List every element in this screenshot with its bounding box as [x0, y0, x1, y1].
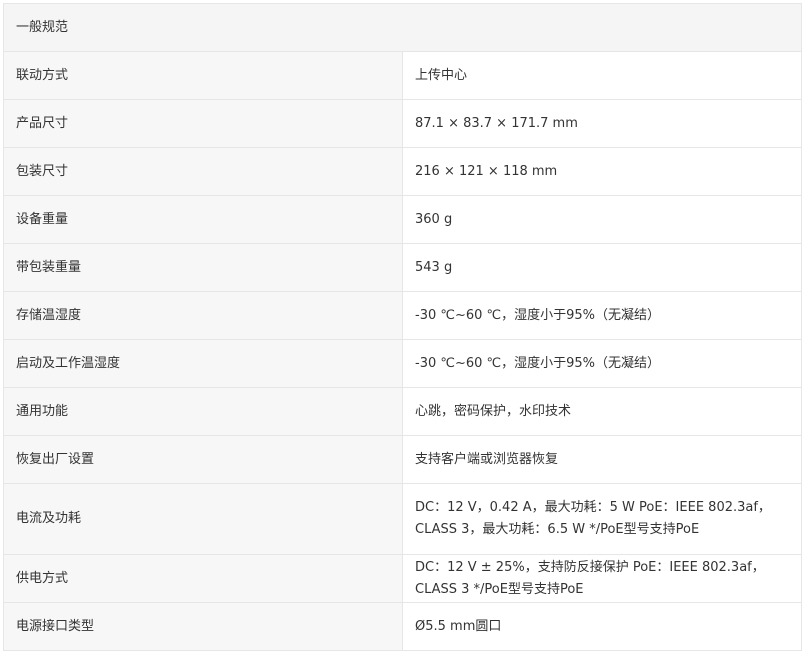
table-row: 存储温湿度 -30 ℃~60 ℃，湿度小于95%（无凝结）: [3, 291, 802, 340]
row-value: 上传中心: [402, 51, 802, 100]
table-row: 包装尺寸 216 × 121 × 118 mm: [3, 147, 802, 196]
table-row: 供电方式 DC：12 V ± 25%，支持防反接保护 PoE：IEEE 802.…: [3, 554, 802, 603]
row-label: 存储温湿度: [3, 291, 403, 340]
table-row: 启动及工作温湿度 -30 ℃~60 ℃，湿度小于95%（无凝结）: [3, 339, 802, 388]
row-value: 360 g: [402, 195, 802, 244]
row-label: 设备重量: [3, 195, 403, 244]
table-row: 联动方式 上传中心: [3, 51, 802, 100]
row-label: 带包装重量: [3, 243, 403, 292]
section-title: 一般规范: [3, 3, 802, 52]
row-label: 产品尺寸: [3, 99, 403, 148]
table-row: 产品尺寸 87.1 × 83.7 × 171.7 mm: [3, 99, 802, 148]
row-value: 87.1 × 83.7 × 171.7 mm: [402, 99, 802, 148]
row-value: -30 ℃~60 ℃，湿度小于95%（无凝结）: [402, 339, 802, 388]
row-label: 电流及功耗: [3, 483, 403, 555]
row-label: 启动及工作温湿度: [3, 339, 403, 388]
row-value: DC：12 V，0.42 A，最大功耗：5 W PoE：IEEE 802.3af…: [402, 483, 802, 555]
row-label: 联动方式: [3, 51, 403, 100]
row-label: 供电方式: [3, 554, 403, 603]
table-row: 通用功能 心跳，密码保护，水印技术: [3, 387, 802, 436]
row-label: 电源接口类型: [3, 602, 403, 651]
table-row: 带包装重量 543 g: [3, 243, 802, 292]
row-value: -30 ℃~60 ℃，湿度小于95%（无凝结）: [402, 291, 802, 340]
row-value: 543 g: [402, 243, 802, 292]
table-row: 电流及功耗 DC：12 V，0.42 A，最大功耗：5 W PoE：IEEE 8…: [3, 483, 802, 555]
table-row: 恢复出厂设置 支持客户端或浏览器恢复: [3, 435, 802, 484]
row-label: 包装尺寸: [3, 147, 403, 196]
row-value: 心跳，密码保护，水印技术: [402, 387, 802, 436]
row-value: 216 × 121 × 118 mm: [402, 147, 802, 196]
table-row: 设备重量 360 g: [3, 195, 802, 244]
row-value: 支持客户端或浏览器恢复: [402, 435, 802, 484]
row-value: DC：12 V ± 25%，支持防反接保护 PoE：IEEE 802.3af，C…: [402, 554, 802, 603]
row-label: 恢复出厂设置: [3, 435, 403, 484]
section-header-row: 一般规范: [3, 3, 802, 52]
spec-table: 一般规范 联动方式 上传中心 产品尺寸 87.1 × 83.7 × 171.7 …: [3, 3, 802, 651]
table-row: 电源接口类型 Ø5.5 mm圆口: [3, 602, 802, 651]
row-label: 通用功能: [3, 387, 403, 436]
row-value: Ø5.5 mm圆口: [402, 602, 802, 651]
